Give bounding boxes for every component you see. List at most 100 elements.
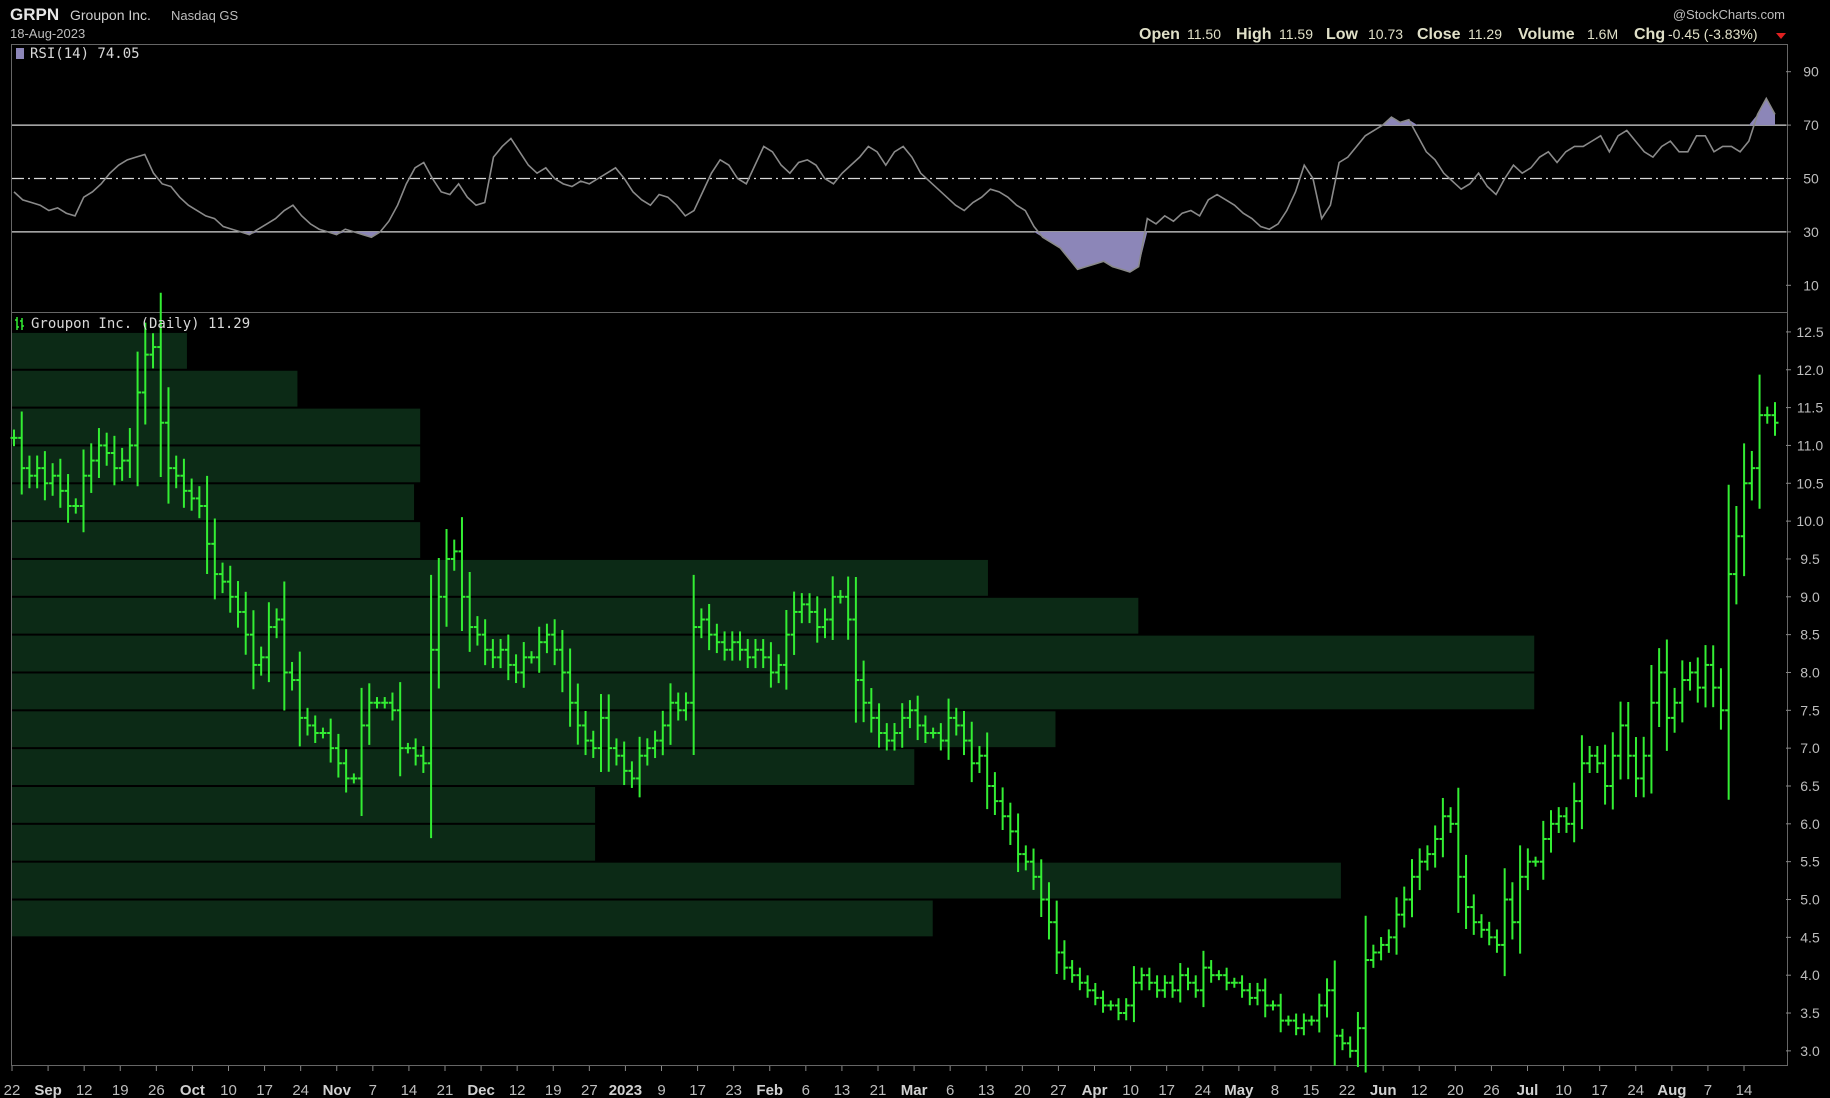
price-y-tick-label: 12.5: [1796, 324, 1823, 340]
volume-by-price-bar: [12, 597, 1139, 634]
x-tick-label: 22: [1339, 1082, 1356, 1098]
price-y-tick-label: 10.0: [1796, 513, 1823, 529]
exchange-label: Nasdaq GS: [171, 8, 239, 23]
x-tick-label: Apr: [1082, 1082, 1108, 1098]
price-y-tick-label: 11.0: [1797, 437, 1823, 453]
watermark: @StockCharts.com: [1673, 7, 1785, 22]
high-value: 11.59: [1279, 26, 1313, 42]
x-tick-label: 7: [369, 1082, 377, 1098]
rsi-panel-label: RSI(14) 74.05: [16, 46, 140, 62]
x-tick-label: Jun: [1370, 1082, 1397, 1098]
price-y-tick-label: 8.5: [1800, 627, 1820, 643]
volume-by-price-bar: [12, 522, 421, 558]
volume-value: 1.6M: [1587, 26, 1618, 42]
x-tick-label: 6: [946, 1082, 954, 1098]
price-label-text: Groupon Inc. (Daily) 11.29: [31, 316, 250, 332]
x-tick-label: 7: [1704, 1082, 1712, 1098]
stock-chart: GRPN Groupon Inc. Nasdaq GS 18-Aug-2023 …: [0, 0, 1830, 1098]
x-tick-label: 17: [1591, 1082, 1608, 1098]
chart-date: 18-Aug-2023: [10, 26, 85, 41]
x-tick-label: 15: [1303, 1082, 1320, 1098]
x-tick-label: 21: [870, 1082, 887, 1098]
volume-by-price-bar: [12, 749, 915, 785]
high-label: High: [1236, 26, 1272, 43]
x-tick-label: Nov: [323, 1082, 352, 1098]
price-y-tick-label: 5.0: [1800, 892, 1820, 908]
x-tick-label: 2023: [609, 1082, 642, 1098]
x-tick-label: 9: [657, 1082, 665, 1098]
x-tick-label: 20: [1014, 1082, 1031, 1098]
volume-by-price-bar: [12, 635, 1535, 672]
x-tick-label: 26: [1483, 1082, 1500, 1098]
x-tick-label: 26: [148, 1082, 165, 1098]
volume-by-price-bar: [12, 862, 1341, 899]
low-value: 10.73: [1368, 26, 1403, 42]
x-tick-label: 17: [1158, 1082, 1175, 1098]
volume-by-price-bar: [12, 786, 596, 823]
volume-by-price-bar: [12, 559, 988, 596]
x-tick-label: 10: [1555, 1082, 1572, 1098]
volume-by-price-bar: [12, 900, 933, 937]
price-y-tick-label: 3.0: [1800, 1043, 1820, 1059]
volume-by-price-bar: [12, 673, 1535, 710]
volume-by-price-bar: [12, 824, 596, 861]
x-tick-label: 19: [545, 1082, 562, 1098]
price-y-tick-label: 6.5: [1800, 778, 1820, 794]
x-tick-label: 27: [581, 1082, 598, 1098]
price-y-tick-label: 9.0: [1800, 589, 1820, 605]
low-label: Low: [1326, 26, 1359, 43]
x-tick-label: 10: [1122, 1082, 1139, 1098]
x-tick-label: 12: [76, 1082, 93, 1098]
x-tick-label: 17: [689, 1082, 706, 1098]
x-tick-label: 8: [1271, 1082, 1279, 1098]
x-tick-label: Feb: [756, 1082, 783, 1098]
symbol-label: GRPN: [10, 5, 59, 24]
x-tick-label: 12: [1411, 1082, 1428, 1098]
volume-label: Volume: [1518, 26, 1575, 43]
x-tick-label: 13: [978, 1082, 995, 1098]
x-tick-label: 21: [437, 1082, 454, 1098]
x-tick-label: Mar: [901, 1082, 928, 1098]
price-y-tick-label: 8.0: [1800, 664, 1820, 680]
x-tick-label: 10: [220, 1082, 237, 1098]
chg-value: -0.45 (-3.83%): [1668, 26, 1757, 42]
close-value: 11.29: [1468, 26, 1502, 42]
x-tick-label: 22: [4, 1082, 21, 1098]
volume-by-price-bar: [12, 484, 415, 521]
close-label: Close: [1417, 26, 1461, 43]
x-tick-label: Jul: [1517, 1082, 1539, 1098]
rsi-y-tick-label: 90: [1803, 64, 1819, 80]
x-tick-label: 14: [1736, 1082, 1753, 1098]
volume-by-price-bar: [12, 370, 298, 407]
volume-by-price-bar: [12, 446, 421, 483]
open-label: Open: [1139, 26, 1180, 43]
open-value: 11.50: [1187, 26, 1221, 42]
x-tick-label: 24: [292, 1082, 309, 1098]
x-tick-label: 14: [401, 1082, 418, 1098]
x-tick-label: Oct: [180, 1082, 205, 1098]
volume-by-price-bar: [12, 711, 1056, 748]
price-y-tick-label: 11.5: [1797, 400, 1823, 416]
x-tick-label: May: [1224, 1082, 1254, 1098]
x-tick-label: 6: [802, 1082, 810, 1098]
price-panel-label: Groupon Inc. (Daily) 11.29: [15, 316, 250, 332]
price-y-tick-label: 4.5: [1800, 929, 1820, 945]
x-tick-label: 27: [1050, 1082, 1067, 1098]
company-name: Groupon Inc.: [70, 7, 151, 23]
x-tick-label: 24: [1194, 1082, 1211, 1098]
rsi-label-text: RSI(14) 74.05: [30, 46, 140, 62]
x-tick-label: Aug: [1657, 1082, 1686, 1098]
price-y-tick-label: 5.5: [1800, 854, 1820, 870]
x-tick-label: 19: [112, 1082, 129, 1098]
rsi-y-tick-label: 70: [1803, 117, 1819, 133]
x-tick-label: 12: [509, 1082, 526, 1098]
x-tick-label: 20: [1447, 1082, 1464, 1098]
x-tick-label: 24: [1627, 1082, 1644, 1098]
x-tick-label: 23: [725, 1082, 742, 1098]
volume-by-price-bar: [12, 408, 421, 445]
price-y-tick-label: 4.0: [1800, 967, 1820, 983]
x-tick-label: 17: [256, 1082, 273, 1098]
chg-label: Chg: [1634, 26, 1665, 43]
x-tick-label: Sep: [34, 1082, 62, 1098]
price-y-tick-label: 6.0: [1800, 816, 1820, 832]
